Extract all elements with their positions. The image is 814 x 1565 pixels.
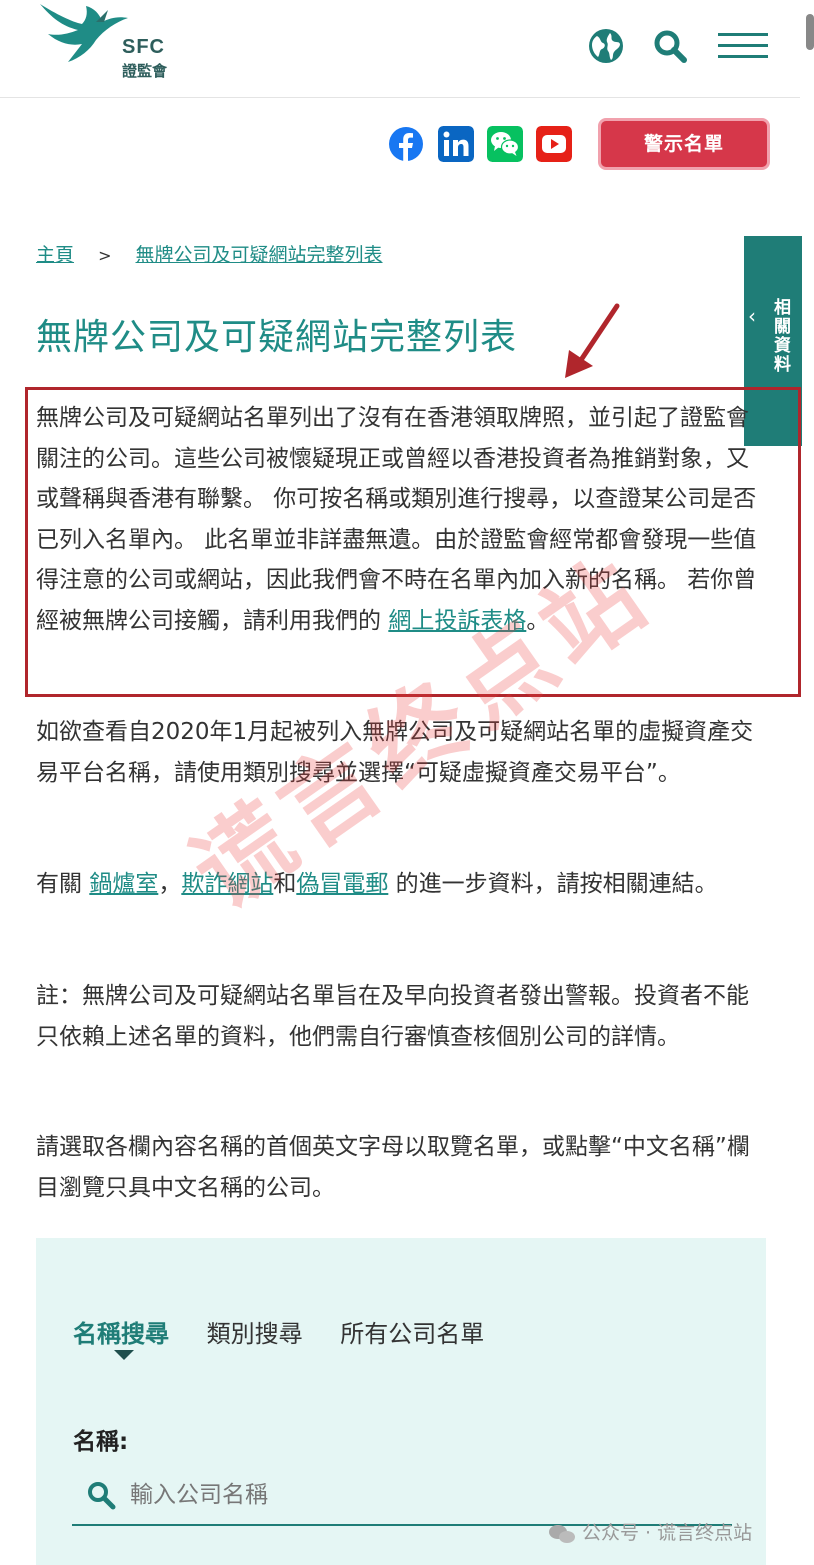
youtube-icon[interactable] <box>536 126 572 162</box>
company-name-input[interactable] <box>128 1474 712 1516</box>
instruction-paragraph: 請選取各欄內容名稱的首個英文字母以取覽名單，或點擊“中文名稱”欄目瀏覽只具中文名… <box>36 1134 750 1201</box>
search-panel: 名稱搜尋 類別搜尋 所有公司名單 名稱: <box>36 1238 766 1565</box>
side-tab-label: 相關資料 <box>770 298 790 374</box>
eagle-logo-icon <box>40 4 128 62</box>
sfc-logo[interactable]: SFC 證監會 <box>38 0 178 80</box>
boiler-room-link[interactable]: 鍋爐室 <box>89 871 158 897</box>
menu-icon[interactable] <box>718 28 768 64</box>
search-tabs: 名稱搜尋 類別搜尋 所有公司名單 <box>73 1314 514 1349</box>
chevron-left-icon: ‹ <box>748 304 756 328</box>
warning-list-button[interactable]: 警示名單 <box>598 118 770 170</box>
linkedin-icon[interactable] <box>438 126 474 162</box>
logo-text-en: SFC <box>122 36 165 58</box>
tab-all-companies[interactable]: 所有公司名單 <box>340 1314 484 1349</box>
annotation-arrow-icon <box>565 303 620 378</box>
page-title: 無牌公司及可疑網站完整列表 <box>36 317 518 358</box>
wechat-watermark-icon <box>549 1524 575 1543</box>
facebook-icon[interactable] <box>388 126 424 162</box>
scrollbar-track[interactable] <box>800 0 814 1565</box>
tab-name-search[interactable]: 名稱搜尋 <box>73 1314 169 1349</box>
active-tab-indicator-icon <box>114 1350 134 1360</box>
wechat-icon[interactable] <box>487 126 523 162</box>
company-search-field <box>72 1466 732 1526</box>
globe-icon[interactable] <box>588 28 624 64</box>
breadcrumb-current-link[interactable]: 無牌公司及可疑網站完整列表 <box>136 244 383 266</box>
related-links-paragraph: 有關 鍋爐室，欺詐網站和偽冒電郵 的進一步資料，請按相關連結。 <box>36 864 766 905</box>
search-field-icon <box>88 1482 116 1510</box>
related-prefix: 有關 <box>36 871 82 897</box>
related-suffix: 的進一步資料，請按相關連結。 <box>395 871 718 897</box>
site-header: SFC 證監會 <box>0 0 800 98</box>
breadcrumb: 主頁 > 無牌公司及可疑網站完整列表 <box>36 240 383 267</box>
tab-category-search[interactable]: 類別搜尋 <box>207 1314 303 1349</box>
logo-text-zh: 證監會 <box>122 62 168 80</box>
footer-watermark-text: 公众号 · 谎言终点站 <box>582 1522 753 1544</box>
footer-watermark: 公众号 · 谎言终点站 <box>548 1518 752 1545</box>
note-paragraph: 註：無牌公司及可疑網站名單旨在及早向投資者發出警報。投資者不能只依賴上述名單的資… <box>36 983 749 1050</box>
breadcrumb-home-link[interactable]: 主頁 <box>36 244 74 266</box>
search-icon[interactable] <box>652 28 688 64</box>
related-sep1: ， <box>158 871 182 897</box>
scrollbar-thumb[interactable] <box>806 14 814 50</box>
breadcrumb-separator: > <box>98 246 112 265</box>
name-label: 名稱: <box>73 1429 129 1455</box>
